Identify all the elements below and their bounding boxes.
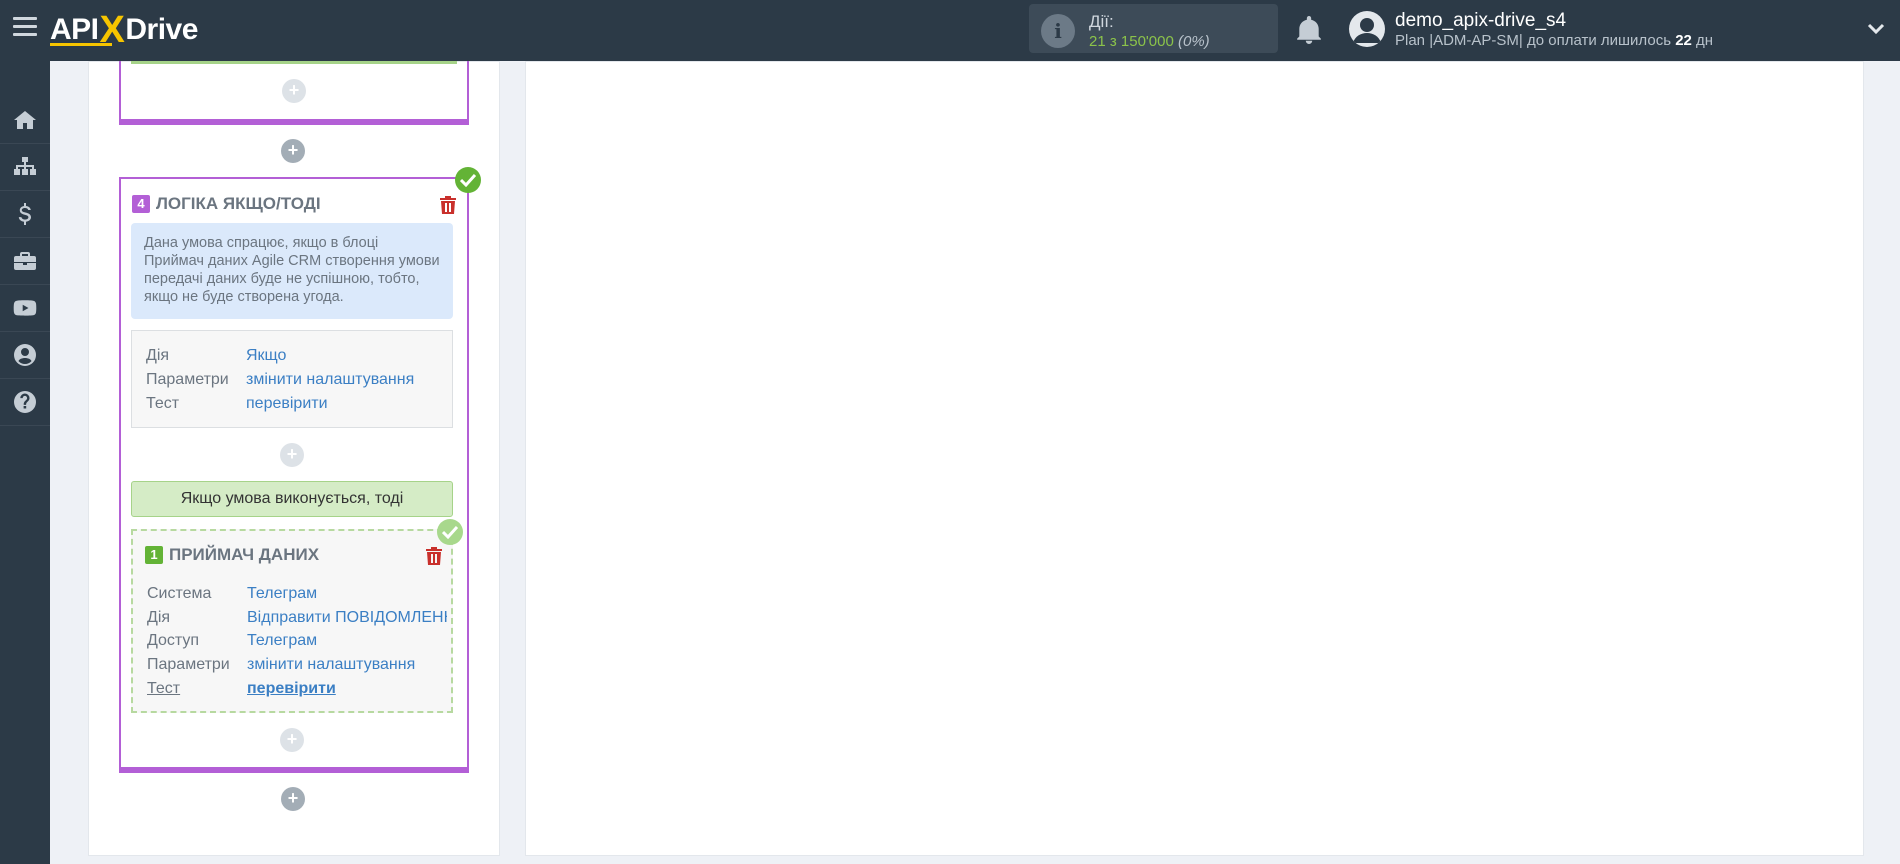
bell-icon[interactable]: [1296, 16, 1322, 44]
test-link[interactable]: перевірити: [246, 395, 328, 413]
test-link[interactable]: перевірити: [247, 680, 336, 698]
action-link[interactable]: Якщо: [246, 347, 286, 365]
settings-link[interactable]: змінити налаштування: [246, 371, 414, 389]
chevron-down-icon[interactable]: [1867, 20, 1885, 38]
youtube-icon: [13, 300, 37, 316]
sidebar-item-services[interactable]: [0, 238, 50, 285]
success-check-icon: [455, 167, 481, 193]
logic-description: Дана умова спрацює, якщо в блоці Приймач…: [131, 223, 453, 319]
menu-icon[interactable]: [13, 17, 37, 41]
avatar[interactable]: [1349, 11, 1385, 47]
add-block-button[interactable]: +: [281, 787, 305, 811]
sidebar: [0, 61, 50, 864]
param-row: Доступ Телеграм: [147, 632, 318, 650]
param-row: Параметри змінити налаштування: [147, 656, 416, 674]
add-block-button[interactable]: +: [281, 139, 305, 163]
add-step-button[interactable]: +: [282, 79, 306, 103]
param-row: Система Телеграм: [147, 585, 318, 603]
briefcase-icon: [14, 252, 36, 270]
apix-drive-logo[interactable]: API X Drive: [50, 9, 198, 51]
success-check-icon: [437, 519, 463, 545]
sidebar-item-connections[interactable]: [0, 144, 50, 191]
param-row: Дія Відправити ПОВІДОМЛЕННЯ: [147, 609, 447, 631]
sidebar-item-home[interactable]: [0, 97, 50, 144]
access-link[interactable]: Телеграм: [247, 632, 317, 650]
sidebar-item-help[interactable]: [0, 379, 50, 426]
action-link[interactable]: Відправити ПОВІДОМЛЕННЯ: [247, 609, 447, 627]
dollar-icon: [18, 203, 31, 225]
actions-value: 21 з 150'000 (0%): [1089, 33, 1210, 50]
add-step-button[interactable]: +: [280, 443, 304, 467]
condition-label: Якщо умова виконується, тоді: [131, 481, 453, 517]
block-number: 4: [132, 195, 150, 213]
system-link[interactable]: Телеграм: [247, 585, 317, 603]
info-icon: i: [1041, 14, 1075, 48]
user-circle-icon: [14, 344, 36, 366]
trash-icon[interactable]: [440, 196, 456, 214]
sitemap-icon: [14, 157, 36, 175]
top-bar: API X Drive i Дії: 21 з 150'000 (0%) demo_…: [0, 0, 1900, 61]
param-row: Тест перевірити: [147, 680, 336, 698]
logic-block: 4 ЛОГІКА ЯКЩО/ТОДІ Дана умова спрацює, я…: [119, 167, 481, 773]
logic-block-title: 4 ЛОГІКА ЯКЩО/ТОДІ: [132, 194, 321, 214]
actions-counter: i Дії: 21 з 150'000 (0%): [1029, 4, 1278, 53]
settings-link[interactable]: змінити налаштування: [247, 656, 415, 674]
logic-params: Дія Якщо Параметри змінити налаштування …: [131, 330, 453, 428]
sidebar-item-video[interactable]: [0, 285, 50, 332]
user-plan: Plan |ADM-AP-SM| до оплати лишилось 22 д…: [1395, 32, 1714, 49]
receiver-block: 1 ПРИЙМАЧ ДАНИХ Система Телеграм Дія Від…: [131, 519, 463, 713]
sidebar-item-account[interactable]: [0, 332, 50, 379]
block-number: 1: [145, 546, 163, 564]
add-step-button[interactable]: +: [280, 728, 304, 752]
home-icon: [14, 111, 36, 129]
actions-label: Дії:: [1089, 12, 1114, 31]
question-icon: [14, 391, 36, 413]
sidebar-item-billing[interactable]: [0, 191, 50, 238]
receiver-block-title: 1 ПРИЙМАЧ ДАНИХ: [145, 545, 319, 565]
trash-icon[interactable]: [426, 547, 442, 565]
settings-panel: [525, 61, 1864, 856]
previous-block: +: [119, 61, 469, 125]
user-name[interactable]: demo_apix-drive_s4: [1395, 10, 1566, 32]
